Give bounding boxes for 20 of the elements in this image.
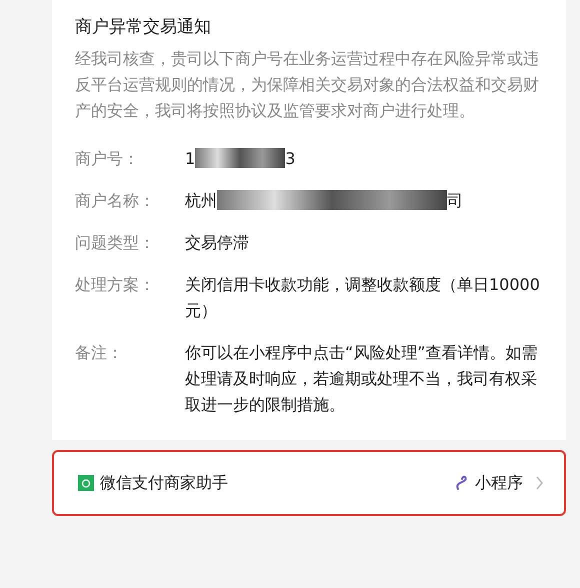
message-title: 商户异常交易通知: [75, 16, 212, 39]
chevron-icon: [535, 476, 544, 490]
link-icon: [455, 475, 469, 491]
field-label: 处理方案：: [75, 274, 156, 296]
field-value: 你可以在小程序中点击“风险处理”查看详情。如需处理请及时响应，若逾期或处理不当，我司有权采取进一步的限制措施。: [185, 343, 538, 414]
mini-program-link[interactable]: 微信支付商家助手 小程序: [52, 450, 566, 516]
field-label: 备注：: [75, 342, 124, 364]
field-value: 3: [285, 149, 296, 168]
source-name: 微信支付商家助手: [100, 472, 228, 494]
field-value: 司: [447, 191, 463, 210]
field-label: 商户号：: [75, 148, 140, 170]
field-value: 交易停滞: [185, 233, 249, 252]
type-label: 小程序: [475, 472, 523, 494]
message-intro: 经我司核查，贵司以下商户号在业务运营过程中存在风险异常或违反平台运营规则的情况，为保障相关交易对象的合法权益和交易财产的安全，我司将按照协议及监管要求对商户进行处理。: [75, 48, 540, 122]
field-label: 商户名称：: [75, 190, 156, 212]
field-label: 问题类型：: [75, 232, 156, 254]
app-logo-icon: [78, 475, 94, 491]
field-value: 杭州: [185, 191, 217, 210]
field-value: 1: [185, 149, 196, 168]
field-value: 关闭信用卡收款功能，调整收款额度（单日10000元）: [185, 275, 540, 320]
